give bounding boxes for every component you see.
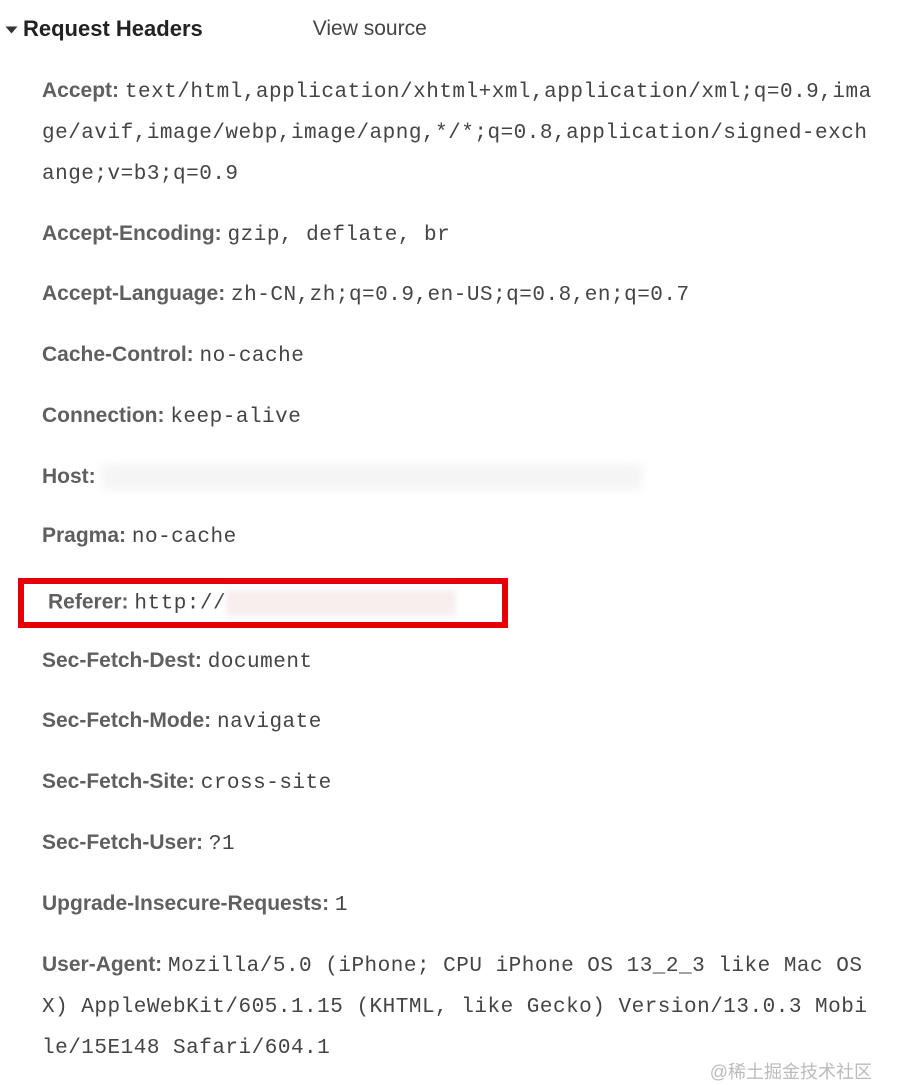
header-sec-fetch-site: Sec-Fetch-Site: cross-site (42, 763, 880, 804)
header-name: Accept: (42, 79, 119, 102)
header-name: Host: (42, 465, 96, 488)
header-value: no-cache (132, 526, 237, 549)
header-name: Connection: (42, 404, 164, 427)
header-value: gzip, deflate, br (228, 224, 451, 247)
header-value: text/html,application/xhtml+xml,applicat… (42, 81, 872, 186)
header-name: Sec-Fetch-Dest: (42, 649, 202, 672)
redacted-value (226, 590, 456, 616)
header-name: Cache-Control: (42, 343, 194, 366)
header-name: User-Agent: (42, 953, 162, 976)
header-value: 1 (335, 894, 348, 917)
section-title: Request Headers (23, 16, 203, 42)
header-connection: Connection: keep-alive (42, 397, 880, 438)
header-pragma: Pragma: no-cache (42, 517, 880, 558)
header-accept-language: Accept-Language: zh-CN,zh;q=0.9,en-US;q=… (42, 275, 880, 316)
header-name: Accept-Encoding: (42, 222, 222, 245)
redacted-value (102, 464, 642, 490)
header-name: Upgrade-Insecure-Requests: (42, 892, 329, 915)
header-name: Sec-Fetch-Mode: (42, 709, 211, 732)
header-value: ?1 (209, 833, 235, 856)
header-accept: Accept: text/html,application/xhtml+xml,… (42, 72, 880, 195)
header-cache-control: Cache-Control: no-cache (42, 336, 880, 377)
header-value: Mozilla/5.0 (iPhone; CPU iPhone OS 13_2_… (42, 955, 867, 1060)
header-name: Referer: (48, 590, 129, 613)
headers-list: Accept: text/html,application/xhtml+xml,… (8, 72, 890, 1068)
watermark-text: @稀土掘金技术社区 (8, 1058, 890, 1084)
header-name: Accept-Language: (42, 282, 225, 305)
header-value: document (208, 651, 313, 674)
referer-highlight-box: Referer: http:// (18, 578, 508, 628)
header-name: Sec-Fetch-Site: (42, 770, 195, 793)
request-headers-section-header[interactable]: Request Headers View source (8, 16, 890, 42)
header-sec-fetch-dest: Sec-Fetch-Dest: document (42, 642, 880, 683)
header-sec-fetch-user: Sec-Fetch-User: ?1 (42, 824, 880, 865)
header-sec-fetch-mode: Sec-Fetch-Mode: navigate (42, 702, 880, 743)
header-user-agent: User-Agent: Mozilla/5.0 (iPhone; CPU iPh… (42, 946, 880, 1069)
header-host: Host: (42, 458, 880, 497)
header-name: Sec-Fetch-User: (42, 831, 203, 854)
view-source-link[interactable]: View source (313, 17, 427, 41)
disclosure-triangle-icon[interactable] (6, 27, 18, 34)
header-value: navigate (217, 711, 322, 734)
header-value: zh-CN,zh;q=0.9,en-US;q=0.8,en;q=0.7 (231, 284, 690, 307)
header-value: no-cache (200, 345, 305, 368)
header-upgrade-insecure-requests: Upgrade-Insecure-Requests: 1 (42, 885, 880, 926)
header-value: keep-alive (170, 406, 301, 429)
header-value: cross-site (201, 772, 332, 795)
header-value-prefix: http:// (134, 592, 226, 615)
header-accept-encoding: Accept-Encoding: gzip, deflate, br (42, 215, 880, 256)
header-name: Pragma: (42, 524, 126, 547)
